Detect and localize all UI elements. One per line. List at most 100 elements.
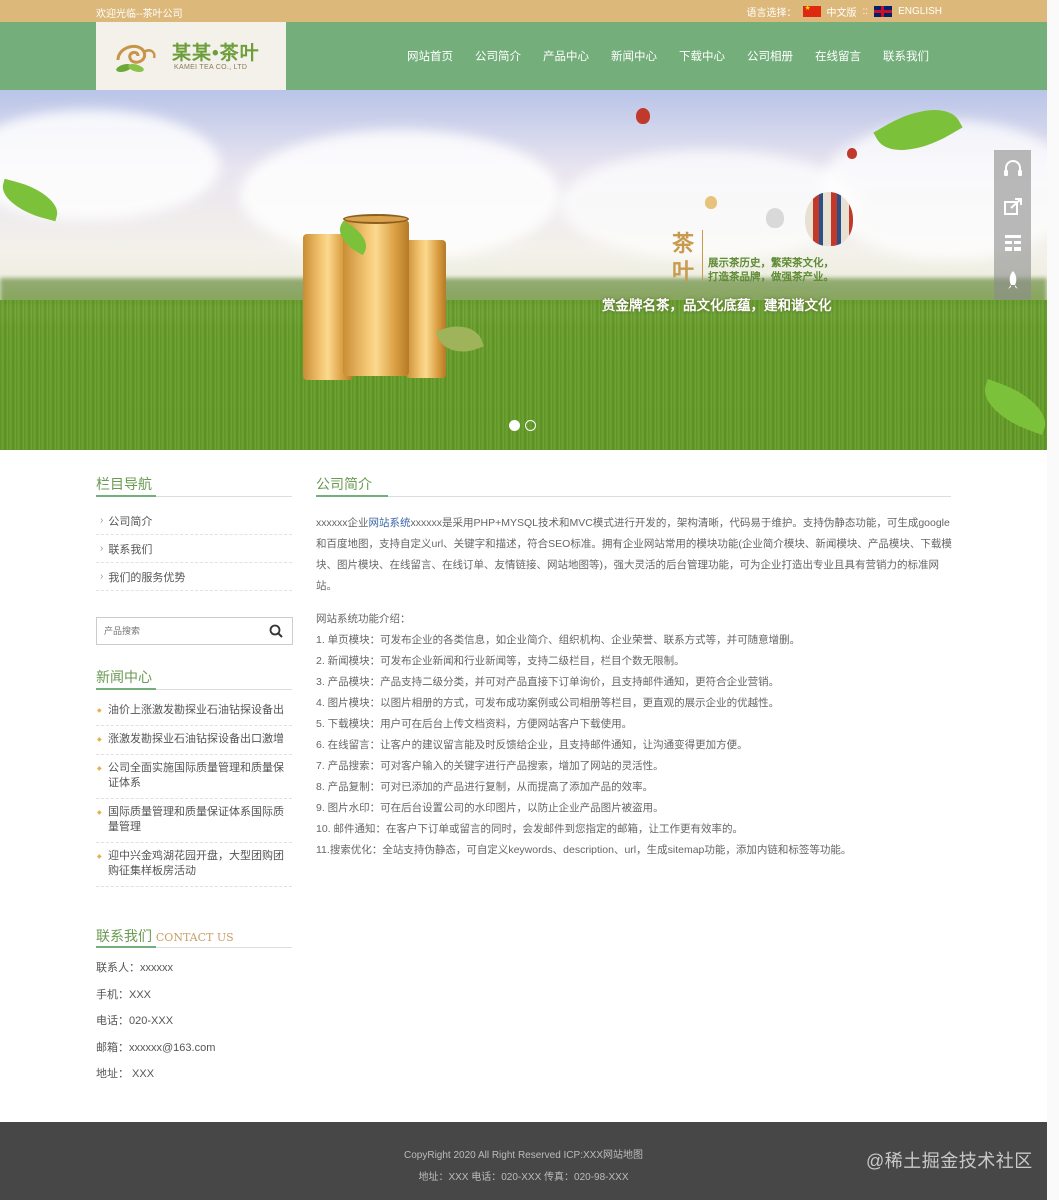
news-item[interactable]: 公司全面实施国际质量管理和质量保证体系 [96,755,292,799]
sidebar-item-label: 公司简介 [108,515,153,528]
news-item[interactable]: 迎中兴金鸡湖花园开盘，大型团购团购征集样板房活动 [96,843,292,887]
welcome-text: 欢迎光临--茶叶公司 [96,9,183,20]
china-flag-icon[interactable] [802,4,821,17]
slider-dot-1[interactable] [509,420,520,431]
feature-item: 4. 图片模块：以图片相册的方式，可发布成功案例或公司相册等栏目，更直观的展示企… [316,697,780,709]
headset-icon [1003,159,1022,176]
lang-en-link[interactable]: ENGLISH [898,6,942,17]
customer-service-button[interactable] [994,150,1031,187]
logo-english-text: KAMEI TEA CO., LTD [174,64,248,71]
contact-title-cn: 联系我们 [96,928,152,944]
hot-air-balloon [705,196,717,209]
contact-mobile: 手机：XXX [96,988,152,1001]
tea-logo-icon [116,44,156,72]
news-item[interactable]: 国际质量管理和质量保证体系国际质量管理 [96,799,292,843]
divider [96,495,292,497]
main-nav: 网站首页 公司简介 产品中心 新闻中心 下载中心 公司相册 在线留言 联系我们 [396,22,940,90]
floating-toolbar [994,150,1031,300]
banner-slogan: 赏金牌名茶，品文化底蕴，建和谐文化 [602,298,832,313]
hot-air-balloon [847,148,857,159]
banner-tagline: 展示茶历史，繁荣茶文化， 打造茶品牌，做强茶产业。 [708,256,834,284]
watermark-text: @稀土掘金技术社区 [866,1151,1033,1171]
feature-item: 8. 产品复制：可对已添加的产品进行复制，从而提高了添加产品的效率。 [316,781,654,793]
divider [96,946,292,948]
feature-item: 11.搜索优化：全站支持伪静态，可自定义keywords、description… [316,844,852,856]
contact-person: 联系人：xxxxxx [96,962,173,974]
contact-address: 地址： XXX [96,1068,155,1080]
feature-item: 2. 新闻模块：可发布企业新闻和行业新闻等，支持二级栏目，栏目个数无限制。 [316,655,685,667]
contact-email: 邮箱：xxxxxx@163.com [96,1041,216,1054]
feature-item: 9. 图片水印：可在后台设置公司的水印图片，以防止企业产品图片被盗用。 [316,802,664,814]
nav-about[interactable]: 公司简介 [464,48,532,64]
language-label: 语言选择： [746,8,797,19]
rocket-icon [1007,270,1018,289]
product-search-box [96,617,293,645]
divider [316,495,951,497]
contact-info: 联系人：xxxxxx 手机：XXX 电话：020-XXX 邮箱：xxxxxx@1… [96,959,215,1092]
arrow-right-icon: › [100,543,104,554]
feature-item: 1. 单页模块：可发布企业的各类信息，如企业简介、组织机构、企业荣誉、联系方式等… [316,634,801,646]
nav-products[interactable]: 产品中心 [532,48,600,64]
slider-dot-2[interactable] [525,420,536,431]
share-button[interactable] [994,187,1031,224]
lang-cn-link[interactable]: 中文版 [827,4,857,19]
nav-contact[interactable]: 联系我们 [872,48,940,64]
qrcode-icon [1004,234,1021,251]
sidebar-item-advantages[interactable]: › 我们的服务优势 [96,563,292,591]
sidebar-item-label: 联系我们 [108,543,153,556]
news-section-title: 新闻中心 [96,669,152,685]
news-list: 油价上涨激发勘探业石油钻探设备出 涨激发勘探业石油钻探设备出口激增 公司全面实施… [96,697,292,887]
intro-text-rest: xxxxxx是采用PHP+MYSQL技术和MVC模式进行开发的，架构清晰，代码易… [316,517,952,592]
logo[interactable]: 某某•茶叶 KAMEI TEA CO., LTD [96,22,286,90]
product-search-input[interactable] [97,618,257,644]
feature-item: 5. 下载模块：用户可在后台上传文档资料，方便网站客户下载使用。 [316,718,633,730]
intro-text-start: xxxxxx企业 [316,517,369,529]
logo-chinese-text: 某某•茶叶 [172,43,260,64]
nav-news[interactable]: 新闻中心 [600,48,668,64]
contact-section-title: 联系我们 CONTACT US [96,926,234,946]
feature-item: 6. 在线留言：让客户的建议留言能及时反馈给企业，且支持邮件通知，让沟通变得更加… [316,739,748,751]
nav-home[interactable]: 网站首页 [396,48,464,64]
back-to-top-button[interactable] [994,261,1031,298]
feature-item: 7. 产品搜索：可对客户输入的关键字进行产品搜索，增加了网站的灵活性。 [316,760,664,772]
nav-message[interactable]: 在线留言 [804,48,872,64]
top-bar: 欢迎光临--茶叶公司 语言选择： 中文版 :: ENGLISH [0,0,1047,22]
news-item[interactable]: 涨激发勘探业石油钻探设备出口激增 [96,726,292,755]
page-edge [1047,0,1059,1200]
banner-tagline-2: 打造茶品牌，做强茶产业。 [708,271,834,283]
uk-flag-icon[interactable] [874,6,893,17]
divider [702,230,703,280]
news-item[interactable]: 油价上涨激发勘探业石油钻探设备出 [96,697,292,726]
intro-paragraph: xxxxxx企业网站系统xxxxxx是采用PHP+MYSQL技术和MVC模式进行… [316,513,952,597]
page-title: 公司简介 [316,476,372,492]
banner-tagline-1: 展示茶历史，繁荣茶文化， [708,257,834,269]
tea-can-lid [343,214,409,224]
sidebar-nav-title: 栏目导航 [96,476,152,492]
feature-item: 3. 产品模块：产品支持二级分类，并可对产品直接下订单询价，且支持邮件通知，更符… [316,676,780,688]
nav-downloads[interactable]: 下载中心 [668,48,736,64]
nav-album[interactable]: 公司相册 [736,48,804,64]
hot-air-balloon [636,108,650,124]
main-content: xxxxxx企业网站系统xxxxxx是采用PHP+MYSQL技术和MVC模式进行… [316,513,952,861]
sidebar-item-label: 我们的服务优势 [108,571,186,584]
features-title: 网站系统功能介绍： [316,613,411,625]
banner-title-char-2: 叶 [672,259,695,285]
sidebar-item-contact[interactable]: › 联系我们 [96,535,292,563]
hot-air-balloon [805,192,853,246]
search-icon[interactable] [268,623,284,639]
slider-pagination [509,420,536,431]
qrcode-button[interactable] [994,224,1031,261]
sidebar-item-about[interactable]: › 公司简介 [96,507,292,535]
arrow-right-icon: › [100,515,104,526]
contact-title-en: CONTACT US [155,931,234,944]
site-header: 某某•茶叶 KAMEI TEA CO., LTD 网站首页 公司简介 产品中心 … [0,22,1047,90]
share-icon [1003,197,1022,215]
feature-item: 10. 邮件通知：在客户下订单或留言的同时，会发邮件到您指定的邮箱，让工作更有效… [316,823,744,835]
website-system-link[interactable]: 网站系统 [369,517,411,529]
arrow-right-icon: › [100,571,104,582]
divider [96,688,292,690]
lang-separator: :: [862,6,869,17]
tea-can-right [406,240,446,378]
banner-tea-title: 茶 叶 [672,230,700,286]
contact-phone: 电话：020-XXX [96,1015,174,1027]
